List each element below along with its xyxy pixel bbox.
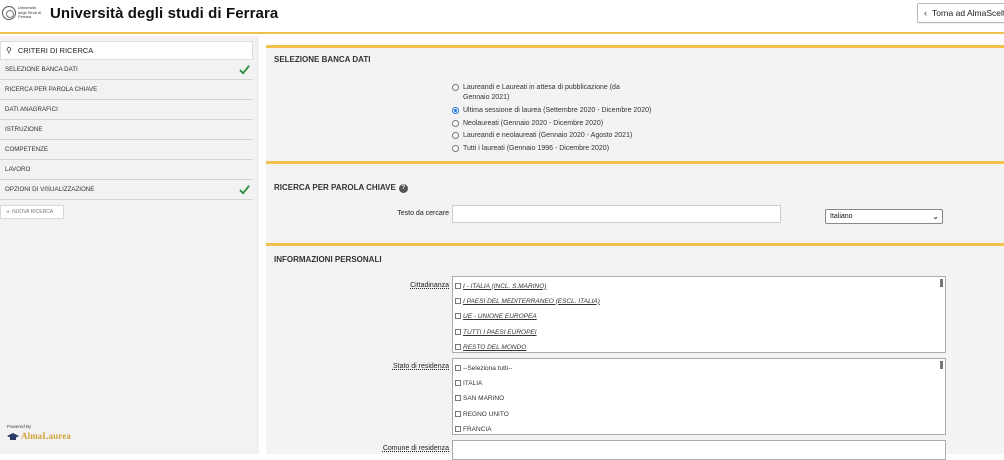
language-select[interactable]: Italiano ⌄	[825, 209, 943, 224]
section-title-keyword-text: RICERCA PER PAROLA CHIAVE	[274, 183, 396, 192]
powered-by-label: Powered By	[7, 424, 32, 429]
text-search-label: Testo da cercare	[397, 210, 449, 217]
list-option[interactable]: --Seleziona tutti--	[455, 363, 513, 373]
radio-option-pending[interactable]: Laureandi e Laureati in attesa di pubbli…	[452, 83, 642, 103]
sidebar-item-education[interactable]: ISTRUZIONE	[0, 120, 253, 140]
radio-button[interactable]	[452, 84, 459, 91]
search-criteria-header[interactable]: ⚲ CRITERI DI RICERCA	[0, 41, 253, 60]
checkbox[interactable]	[455, 411, 461, 417]
logo-text: Università degli Studi di Ferrara	[18, 5, 41, 20]
section-title-keyword: RICERCA PER PAROLA CHIAVE?	[274, 183, 408, 193]
checkbox[interactable]	[455, 313, 461, 319]
checkbox[interactable]	[455, 395, 461, 401]
university-seal-icon	[2, 6, 16, 20]
checkbox[interactable]	[455, 426, 461, 432]
sidebar: ⚲ CRITERI DI RICERCA SELEZIONE BANCA DAT…	[0, 36, 259, 454]
sidebar-item-label: DATI ANAGRAFICI	[5, 106, 58, 113]
back-to-almascelta-button[interactable]: ‹ Torna ad AlmaSceltaa	[917, 3, 1004, 23]
sidebar-item-label: OPZIONI DI VISUALIZZAZIONE	[5, 186, 95, 193]
list-option[interactable]: FRANCIA	[455, 424, 492, 434]
plus-icon: +	[6, 208, 11, 216]
radio-label: Laureandi e neolaureati (Gennaio 2020 - …	[463, 132, 633, 139]
checkbox[interactable]	[455, 344, 461, 350]
citizenship-label: Cittadinanza	[410, 282, 449, 289]
sidebar-item-database[interactable]: SELEZIONE BANCA DATI	[0, 60, 253, 80]
radio-button[interactable]	[452, 145, 459, 152]
residence-city-listbox[interactable]	[452, 440, 946, 460]
chevron-left-icon: ‹	[924, 8, 927, 18]
list-option[interactable]: UE - UNIONE EUROPEA	[455, 311, 537, 321]
database-section: SELEZIONE BANCA DATI	[266, 48, 1004, 161]
sidebar-item-skills[interactable]: COMPETENZE	[0, 140, 253, 160]
radio-option-all-grads[interactable]: Tutti i laureati (Gennaio 1996 - Dicembr…	[452, 144, 609, 154]
radio-button-selected[interactable]	[452, 107, 459, 114]
mortarboard-icon	[7, 432, 19, 440]
radio-option-recent-grads[interactable]: Neolaureati (Gennaio 2020 - Dicembre 202…	[452, 119, 603, 129]
residence-state-listbox[interactable]: --Seleziona tutti-- ITALIA SAN MARINO RE…	[452, 358, 946, 435]
scrollbar-thumb[interactable]	[940, 361, 943, 369]
radio-label: Neolaureati (Gennaio 2020 - Dicembre 202…	[463, 120, 604, 127]
sidebar-item-display-options[interactable]: OPZIONI DI VISUALIZZAZIONE	[0, 180, 253, 200]
sidebar-item-keyword-search[interactable]: RICERCA PER PAROLA CHIAVE	[0, 80, 253, 100]
residence-city-label: Comune di residenza	[382, 445, 449, 452]
checkbox[interactable]	[455, 329, 461, 335]
radio-label: Ultima sessione di laurea (Settembre 202…	[463, 107, 652, 114]
radio-label: Laureandi e Laureati in attesa di pubbli…	[463, 84, 620, 101]
checkbox[interactable]	[455, 283, 461, 289]
check-icon	[239, 65, 250, 75]
checkbox[interactable]	[455, 365, 461, 371]
scrollbar-thumb[interactable]	[940, 279, 943, 287]
help-icon[interactable]: ?	[398, 184, 408, 193]
section-title-personal: INFORMAZIONI PERSONALI	[274, 255, 382, 264]
back-button-label: Torna ad AlmaSceltaa	[932, 8, 1004, 18]
residence-state-label: Stato di residenza	[392, 363, 449, 370]
section-title-database: SELEZIONE BANCA DATI	[274, 55, 371, 64]
list-option[interactable]: I PAESI DEL MEDITERRANEO (ESCL. ITALIA)	[455, 296, 600, 306]
search-criteria-label: CRITERI DI RICERCA	[17, 46, 94, 55]
page-title: Università degli studi di Ferrara	[50, 5, 279, 22]
sidebar-item-label: COMPETENZE	[5, 146, 48, 153]
search-icon: ⚲	[6, 46, 12, 55]
chevron-down-icon: ⌄	[932, 212, 939, 221]
radio-label: Tutti i laureati (Gennaio 1996 - Dicembr…	[463, 145, 610, 152]
sidebar-item-personal-data[interactable]: DATI ANAGRAFICI	[0, 100, 253, 120]
sidebar-item-label: ISTRUZIONE	[5, 126, 43, 133]
new-search-button[interactable]: + NUOVA RICERCA	[0, 205, 64, 219]
list-option[interactable]: SAN MARINO	[455, 393, 504, 403]
checkbox[interactable]	[455, 380, 461, 386]
radio-option-last-session[interactable]: Ultima sessione di laurea (Settembre 202…	[452, 106, 651, 116]
list-option[interactable]: RESTO DEL MONDO	[455, 342, 526, 352]
list-option[interactable]: TUTTI I PAESI EUROPEI	[455, 327, 537, 337]
almalaurea-brand: AlmaLaurea	[21, 431, 71, 441]
language-select-value: Italiano	[830, 213, 853, 220]
almalaurea-logo[interactable]: AlmaLaurea	[7, 431, 71, 441]
new-search-label: NUOVA RICERCA	[12, 209, 54, 215]
checkbox[interactable]	[455, 298, 461, 304]
list-option[interactable]: REGNO UNITO	[455, 409, 509, 419]
check-icon	[239, 185, 250, 195]
radio-button[interactable]	[452, 132, 459, 139]
list-option[interactable]: ITALIA	[455, 378, 482, 388]
keyword-section: RICERCA PER PAROLA CHIAVE?	[266, 164, 1004, 243]
sidebar-item-label: RICERCA PER PAROLA CHIAVE	[5, 86, 98, 93]
sidebar-item-work[interactable]: LAVORO	[0, 160, 253, 180]
sidebar-item-label: LAVORO	[5, 166, 31, 173]
radio-button[interactable]	[452, 120, 459, 127]
citizenship-listbox[interactable]: I - ITALIA (INCL. S.MARINO) I PAESI DEL …	[452, 276, 946, 353]
university-logo[interactable]: Università degli Studi di Ferrara	[0, 3, 44, 23]
list-option[interactable]: I - ITALIA (INCL. S.MARINO)	[455, 281, 546, 291]
app-header: Università degli Studi di Ferrara Univer…	[0, 0, 1004, 34]
search-text-input[interactable]	[452, 205, 781, 223]
sidebar-item-label: SELEZIONE BANCA DATI	[5, 66, 78, 73]
main-content: SELEZIONE BANCA DATI Laureandi e Laureat…	[266, 36, 1004, 460]
radio-option-undergrads-recent[interactable]: Laureandi e neolaureati (Gennaio 2020 - …	[452, 131, 632, 141]
